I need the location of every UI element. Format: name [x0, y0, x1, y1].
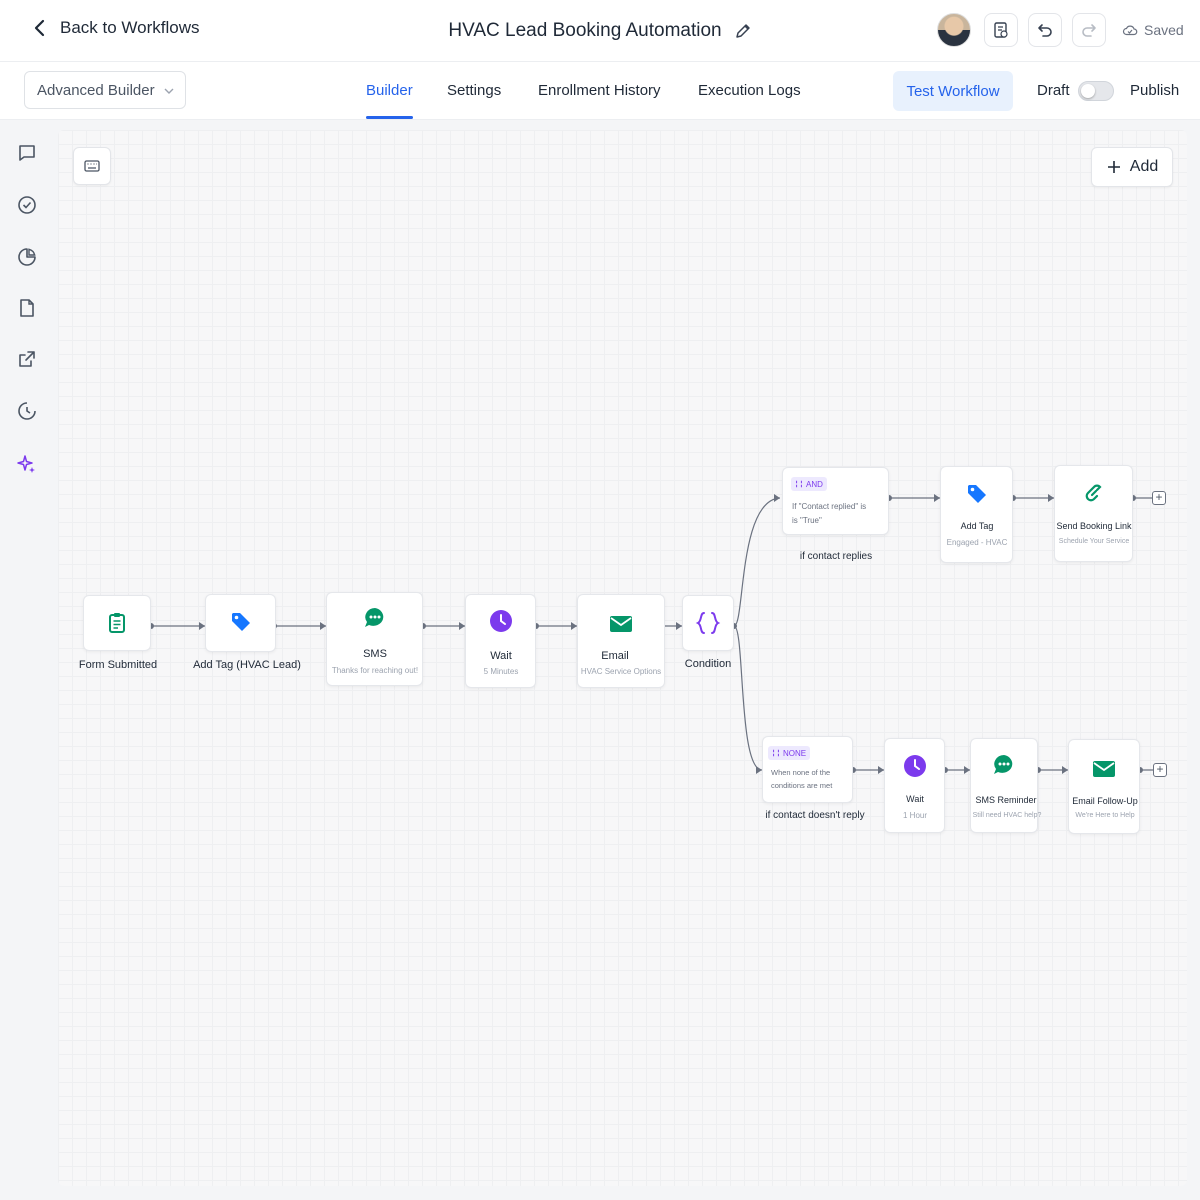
node-label: SMS: [363, 648, 387, 660]
node-sublabel: 1 Hour: [902, 811, 928, 820]
tag-icon: [964, 481, 990, 507]
keyboard-shortcuts-button[interactable]: [73, 147, 111, 185]
keyboard-icon: [84, 160, 100, 172]
branch-icon: [773, 749, 779, 757]
cloud-check-icon: [1122, 25, 1138, 36]
node-label: Condition: [684, 658, 732, 670]
node-label: Wait: [490, 650, 512, 662]
publish-toggle[interactable]: [1078, 81, 1114, 101]
action-node-sms[interactable]: SMS Thanks for reaching out!: [326, 592, 423, 686]
add-step-button-no[interactable]: +: [1153, 763, 1167, 777]
publish-label: Publish: [1130, 82, 1180, 99]
pie-chart-icon[interactable]: [16, 246, 38, 268]
redo-icon: [1082, 24, 1096, 37]
condition-line: If "Contact replied" is: [792, 502, 867, 511]
condition-line: is "True": [792, 516, 822, 525]
pencil-icon[interactable]: [734, 22, 752, 40]
node-label: Form Submitted: [78, 659, 158, 671]
add-label: Add: [1129, 158, 1159, 175]
draft-label: Draft: [1037, 82, 1070, 99]
clipboard-icon: [104, 610, 130, 636]
tab-settings[interactable]: Settings: [447, 82, 501, 99]
badge-label: AND: [806, 479, 823, 489]
saved-label: Saved: [1144, 22, 1184, 38]
external-link-icon[interactable]: [16, 348, 38, 370]
action-node-wait[interactable]: Wait 5 Minutes: [465, 594, 536, 688]
back-to-workflows-button[interactable]: Back to Workflows: [30, 18, 200, 38]
action-node-send-booking-link[interactable]: Send Booking Link Schedule Your Service: [1054, 465, 1133, 562]
sub-bar: Advanced Builder Builder Settings Enroll…: [0, 62, 1200, 120]
chevron-left-icon: [34, 19, 45, 37]
clock-icon: [488, 608, 514, 634]
add-node-button[interactable]: Add: [1091, 147, 1173, 187]
builder-mode-select[interactable]: Advanced Builder: [24, 71, 186, 109]
node-label: Wait: [906, 794, 924, 804]
node-label: SMS Reminder: [975, 795, 1037, 805]
node-label: Add Tag (HVAC Lead): [193, 659, 301, 671]
node-sublabel: 5 Minutes: [483, 667, 519, 676]
branch-caption: if contact doesn't reply: [765, 810, 865, 821]
mail-icon: [1091, 756, 1117, 782]
node-label: Add Tag: [960, 521, 994, 531]
workflow-title: HVAC Lead Booking Automation: [448, 20, 722, 41]
comments-icon[interactable]: [16, 142, 38, 164]
node-sublabel: HVAC Service Options: [580, 667, 662, 676]
branch-card-and[interactable]: AND If "Contact replied" is is "True": [782, 467, 889, 535]
badge-label: NONE: [783, 748, 807, 758]
branch-icon: [796, 480, 802, 488]
tab-enrollment-history[interactable]: Enrollment History: [538, 82, 661, 99]
node-label: Email: [601, 650, 629, 662]
clock-icon: [902, 753, 928, 779]
history-icon[interactable]: [16, 400, 38, 422]
action-node-email[interactable]: Email HVAC Service Options: [577, 594, 665, 688]
redo-button[interactable]: [1072, 13, 1106, 47]
add-step-button-yes[interactable]: +: [1152, 491, 1166, 505]
condition-line: When none of the: [771, 768, 831, 777]
plus-icon: [1107, 161, 1120, 173]
trigger-node-form-submitted[interactable]: [83, 595, 151, 651]
condition-line: conditions are met: [771, 781, 833, 790]
check-circle-icon[interactable]: [16, 194, 38, 216]
branch-card-none[interactable]: NONE When none of the conditions are met: [762, 736, 853, 803]
top-bar: Back to Workflows HVAC Lead Booking Auto…: [0, 0, 1200, 62]
node-sublabel: Thanks for reaching out!: [331, 666, 419, 675]
tag-icon: [228, 609, 254, 635]
node-label: Email Follow-Up: [1072, 796, 1138, 806]
chevron-down-icon: [164, 88, 174, 94]
saved-status: Saved: [1122, 22, 1184, 38]
node-sublabel: Schedule Your Service: [1058, 538, 1130, 545]
node-sublabel: Engaged - HVAC: [946, 538, 1008, 547]
review-button[interactable]: [984, 13, 1018, 47]
builder-mode-value: Advanced Builder: [37, 81, 155, 99]
node-label: Send Booking Link: [1056, 521, 1132, 531]
mail-icon: [608, 611, 634, 637]
node-sublabel: Still need HVAC help?: [972, 812, 1042, 819]
chat-icon: [991, 752, 1017, 778]
action-node-wait-1-hour[interactable]: Wait 1 Hour: [884, 738, 945, 833]
file-icon[interactable]: [16, 297, 38, 319]
tab-builder[interactable]: Builder: [366, 82, 413, 99]
chat-icon: [362, 605, 388, 631]
back-label: Back to Workflows: [60, 18, 200, 37]
action-node-add-tag[interactable]: [205, 594, 276, 652]
test-workflow-button[interactable]: Test Workflow: [893, 71, 1013, 111]
branch-badge-none: NONE: [768, 746, 811, 760]
document-check-icon: [994, 22, 1008, 38]
action-node-add-tag-engaged[interactable]: Add Tag Engaged - HVAC: [940, 466, 1013, 563]
node-sublabel: We're Here to Help: [1075, 812, 1135, 819]
branch-caption: if contact replies: [799, 551, 873, 562]
undo-button[interactable]: [1028, 13, 1062, 47]
braces-icon: [695, 610, 721, 636]
ai-sparkle-icon[interactable]: [16, 453, 38, 475]
active-tab-indicator: [366, 116, 413, 119]
link-icon: [1081, 480, 1107, 506]
action-node-sms-reminder[interactable]: SMS Reminder Still need HVAC help?: [970, 738, 1041, 833]
undo-icon: [1038, 24, 1052, 37]
condition-node[interactable]: [682, 595, 734, 651]
tab-execution-logs[interactable]: Execution Logs: [698, 82, 801, 99]
branch-badge-and: AND: [791, 477, 827, 491]
user-avatar[interactable]: [937, 13, 971, 47]
action-node-email-follow-up[interactable]: Email Follow-Up We're Here to Help: [1068, 739, 1140, 834]
